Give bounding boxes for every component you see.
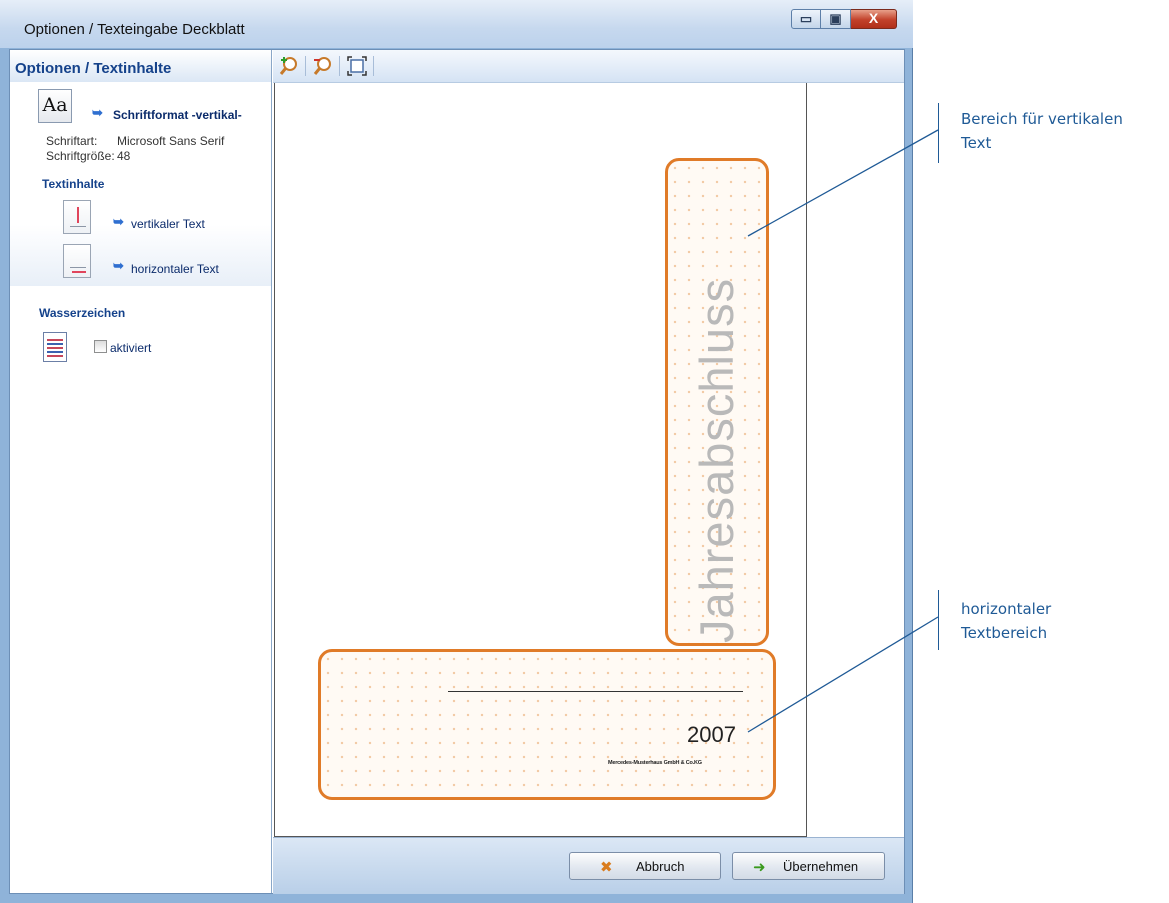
vertical-area-leader-line — [747, 129, 939, 237]
annotation-leader-lines — [747, 129, 939, 733]
horizontal-area-leader-line — [747, 616, 939, 733]
